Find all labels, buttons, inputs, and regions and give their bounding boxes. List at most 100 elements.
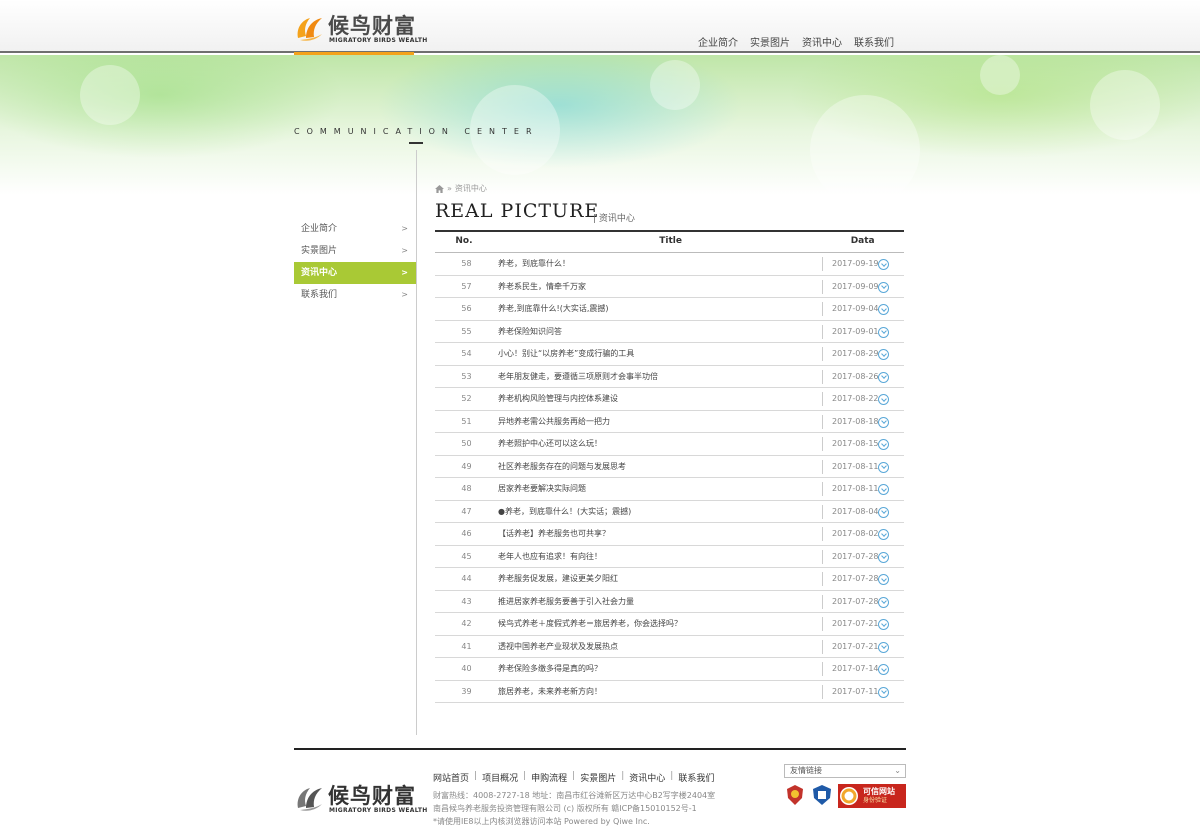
expand-circle-icon[interactable] bbox=[878, 551, 889, 563]
sidebar-item-contact[interactable]: 联系我们 > bbox=[294, 284, 416, 306]
expand-circle-icon[interactable] bbox=[878, 371, 889, 383]
home-icon[interactable] bbox=[435, 184, 444, 193]
table-row[interactable]: 47 ●养老，到底靠什么！(大实话；震撼) 2017-08-04 bbox=[435, 501, 904, 523]
page-subtitle: | 资讯中心 bbox=[593, 214, 635, 224]
row-title-link[interactable]: 社区养老服务存在的问题与发展思考 bbox=[498, 461, 822, 472]
row-title-link[interactable]: 透视中国养老产业现状及发展热点 bbox=[498, 641, 822, 652]
row-title-link[interactable]: 异地养老需公共服务再给一把力 bbox=[498, 416, 822, 427]
table-row[interactable]: 50 养老照护中心还可以这么玩！ 2017-08-15 bbox=[435, 433, 904, 456]
expand-circle-icon[interactable] bbox=[878, 349, 889, 360]
row-title-link[interactable]: 候鸟式养老＋度假式养老＝旅居养老，你会选择吗？ bbox=[498, 618, 822, 629]
cell-divider bbox=[822, 527, 823, 541]
expand-circle-icon[interactable] bbox=[878, 326, 889, 338]
police-badge-icon[interactable] bbox=[785, 784, 805, 806]
table-row[interactable]: 42 候鸟式养老＋度假式养老＝旅居养老，你会选择吗？ 2017-07-21 bbox=[435, 613, 904, 636]
table-row[interactable]: 48 居家养老要解决实际问题 2017-08-11 bbox=[435, 478, 904, 501]
row-number: 42 bbox=[461, 619, 472, 629]
row-title-link[interactable]: 养老保险知识问答 bbox=[498, 326, 822, 337]
expand-circle-icon[interactable] bbox=[878, 259, 889, 270]
footer-logo: 候鸟财富 MIGRATORY BIRDS WEALTH bbox=[294, 780, 427, 816]
badge-subtitle: 身份验证 bbox=[863, 797, 888, 804]
expand-circle-icon[interactable] bbox=[878, 596, 889, 608]
shield-badge-icon[interactable] bbox=[811, 784, 833, 806]
cell-divider bbox=[822, 257, 823, 271]
sidebar-item-company[interactable]: 企业简介 > bbox=[294, 218, 416, 240]
table-row[interactable]: 43 推进居家养老服务要善于引入社会力量 2017-07-28 bbox=[435, 591, 904, 613]
bokeh-light bbox=[1090, 70, 1160, 140]
row-number: 44 bbox=[461, 574, 472, 584]
table-row[interactable]: 55 养老保险知识问答 2017-09-01 bbox=[435, 321, 904, 343]
expand-circle-icon[interactable] bbox=[878, 394, 889, 405]
row-title-link[interactable]: 养老服务促发展，建设更美夕阳红 bbox=[498, 573, 822, 584]
table-row[interactable]: 45 老年人也应有追求！有向往！ 2017-07-28 bbox=[435, 546, 904, 568]
cell-divider bbox=[822, 549, 823, 564]
row-title-link[interactable]: 养老,到底靠什么!(大实话,震撼) bbox=[498, 303, 822, 314]
sidebar-item-news[interactable]: 资讯中心 > bbox=[294, 262, 416, 284]
row-title-link[interactable]: 小心！别让“以房养老”变成行骗的工具 bbox=[498, 348, 822, 359]
footer-link-process[interactable]: 申购流程 bbox=[531, 771, 567, 784]
expand-circle-icon[interactable] bbox=[878, 641, 889, 653]
expand-circle-icon[interactable] bbox=[878, 304, 889, 315]
footer-link-contact[interactable]: 联系我们 bbox=[678, 771, 714, 784]
cell-divider bbox=[822, 392, 823, 406]
row-title-link[interactable]: 旅居养老，未来养老新方向！ bbox=[498, 686, 822, 697]
expand-circle-icon[interactable] bbox=[878, 461, 889, 473]
table-row[interactable]: 54 小心！别让“以房养老”变成行骗的工具 2017-08-29 bbox=[435, 343, 904, 366]
row-title-link[interactable]: 推进居家养老服务要善于引入社会力量 bbox=[498, 596, 822, 607]
row-title-link[interactable]: 老年人也应有追求！有向往！ bbox=[498, 551, 822, 562]
table-row[interactable]: 56 养老,到底靠什么!(大实话,震撼) 2017-09-04 bbox=[435, 298, 904, 321]
friendly-links-select[interactable]: 友情链接 ⌄ bbox=[784, 764, 906, 778]
table-row[interactable]: 46 【话养老】养老服务也可共享？ 2017-08-02 bbox=[435, 523, 904, 546]
cell-divider bbox=[822, 459, 823, 474]
table-row[interactable]: 40 养老保险多缴多得是真的吗？ 2017-07-14 bbox=[435, 658, 904, 681]
table-row[interactable]: 44 养老服务促发展，建设更美夕阳红 2017-07-28 bbox=[435, 568, 904, 591]
expand-circle-icon[interactable] bbox=[878, 416, 889, 428]
row-title-link[interactable]: ●养老，到底靠什么！(大实话；震撼) bbox=[498, 506, 822, 517]
expand-circle-icon[interactable] bbox=[878, 439, 889, 450]
expand-circle-icon[interactable] bbox=[878, 574, 889, 585]
brand-logo[interactable]: 候鸟财富 MIGRATORY BIRDS WEALTH bbox=[294, 10, 427, 46]
footer-link-news[interactable]: 资讯中心 bbox=[629, 771, 665, 784]
trusted-site-badge[interactable]: 可信网站 身份验证 bbox=[838, 784, 906, 808]
expand-circle-icon[interactable] bbox=[878, 619, 889, 630]
sidebar-item-photos[interactable]: 实景图片 > bbox=[294, 240, 416, 262]
row-title-link[interactable]: 养老，到底靠什么！ bbox=[498, 258, 822, 269]
row-number: 46 bbox=[461, 529, 472, 539]
table-row[interactable]: 41 透视中国养老产业现状及发展热点 2017-07-21 bbox=[435, 636, 904, 658]
bird-logo-icon bbox=[297, 18, 322, 41]
expand-circle-icon[interactable] bbox=[878, 281, 889, 293]
expand-circle-icon[interactable] bbox=[878, 506, 889, 518]
expand-circle-icon[interactable] bbox=[878, 484, 889, 495]
row-title-link[interactable]: 老年朋友健走，要遵循三项原则才会事半功倍 bbox=[498, 371, 822, 382]
nav-item-contact[interactable]: 联系我们 bbox=[854, 34, 894, 49]
table-row[interactable]: 58 养老，到底靠什么！ 2017-09-19 bbox=[435, 253, 904, 276]
footer-link-home[interactable]: 网站首页 bbox=[433, 771, 469, 784]
footer-link-overview[interactable]: 项目概况 bbox=[482, 771, 518, 784]
table-row[interactable]: 49 社区养老服务存在的问题与发展思考 2017-08-11 bbox=[435, 456, 904, 478]
row-title-link[interactable]: 养老系民生，情牵千万家 bbox=[498, 281, 822, 292]
sidebar-item-label: 实景图片 bbox=[301, 246, 338, 256]
table-row[interactable]: 39 旅居养老，未来养老新方向！ 2017-07-11 bbox=[435, 681, 904, 703]
row-title-link[interactable]: 【话养老】养老服务也可共享？ bbox=[498, 528, 822, 539]
nav-item-news[interactable]: 资讯中心 bbox=[802, 34, 842, 49]
row-title-link[interactable]: 居家养老要解决实际问题 bbox=[498, 483, 822, 494]
table-row[interactable]: 52 养老机构风险管理与内控体系建设 2017-08-22 bbox=[435, 388, 904, 411]
footer-links: 网站首页 | 项目概况 | 申购流程 | 实景图片 | 资讯中心 | 联系我们 bbox=[433, 771, 714, 784]
table-row[interactable]: 53 老年朋友健走，要遵循三项原则才会事半功倍 2017-08-26 bbox=[435, 366, 904, 388]
footer-link-photos[interactable]: 实景图片 bbox=[580, 771, 616, 784]
row-title-link[interactable]: 养老保险多缴多得是真的吗？ bbox=[498, 663, 822, 674]
table-row[interactable]: 57 养老系民生，情牵千万家 2017-09-09 bbox=[435, 276, 904, 298]
main-nav: 企业简介 实景图片 资讯中心 联系我们 bbox=[698, 34, 894, 49]
table-row[interactable]: 51 异地养老需公共服务再给一把力 2017-08-18 bbox=[435, 411, 904, 433]
nav-item-company[interactable]: 企业简介 bbox=[698, 34, 738, 49]
expand-circle-icon[interactable] bbox=[878, 529, 889, 540]
nav-item-photos[interactable]: 实景图片 bbox=[750, 34, 790, 49]
row-title-link[interactable]: 养老照护中心还可以这么玩！ bbox=[498, 438, 822, 449]
row-date: 2017-07-28 bbox=[832, 596, 879, 606]
row-date: 2017-07-21 bbox=[832, 619, 879, 629]
expand-circle-icon[interactable] bbox=[878, 664, 889, 675]
link-divider: | bbox=[572, 771, 576, 781]
row-title-link[interactable]: 养老机构风险管理与内控体系建设 bbox=[498, 393, 822, 404]
breadcrumb-current[interactable]: 资讯中心 bbox=[455, 183, 487, 194]
expand-circle-icon[interactable] bbox=[878, 686, 889, 698]
